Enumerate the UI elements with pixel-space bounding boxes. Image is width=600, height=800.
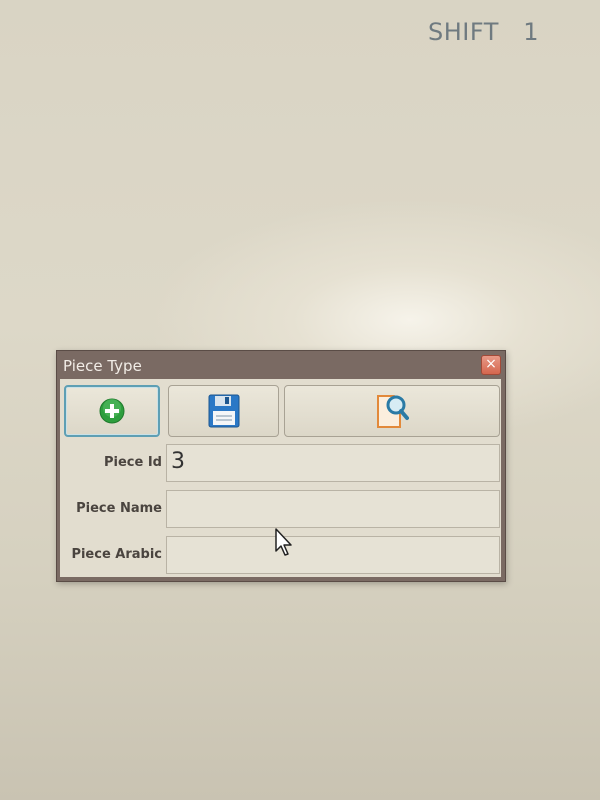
add-button[interactable] [64, 385, 160, 437]
mouse-pointer-icon [275, 528, 292, 556]
plus-circle-icon [99, 398, 125, 424]
document-search-icon [377, 395, 409, 428]
shift-indicator: SHIFT 1 [428, 18, 540, 46]
piece-arabic-label: Piece Arabic [71, 547, 162, 562]
search-button[interactable] [284, 385, 500, 437]
close-button[interactable]: × [481, 355, 501, 375]
field-row-piece-id: Piece Id 3 [60, 441, 501, 485]
dialog-titlebar[interactable]: Piece Type × [57, 351, 505, 379]
close-icon: × [485, 356, 497, 372]
floppy-disk-icon [208, 394, 239, 428]
save-button[interactable] [168, 385, 279, 437]
field-row-piece-name: Piece Name [60, 487, 501, 531]
piece-name-input[interactable] [166, 490, 500, 528]
piece-name-label: Piece Name [76, 501, 162, 516]
piece-id-label: Piece Id [104, 455, 162, 470]
piece-id-input[interactable]: 3 [166, 444, 500, 482]
dialog-title: Piece Type [63, 357, 142, 375]
piece-arabic-input[interactable] [166, 536, 500, 574]
